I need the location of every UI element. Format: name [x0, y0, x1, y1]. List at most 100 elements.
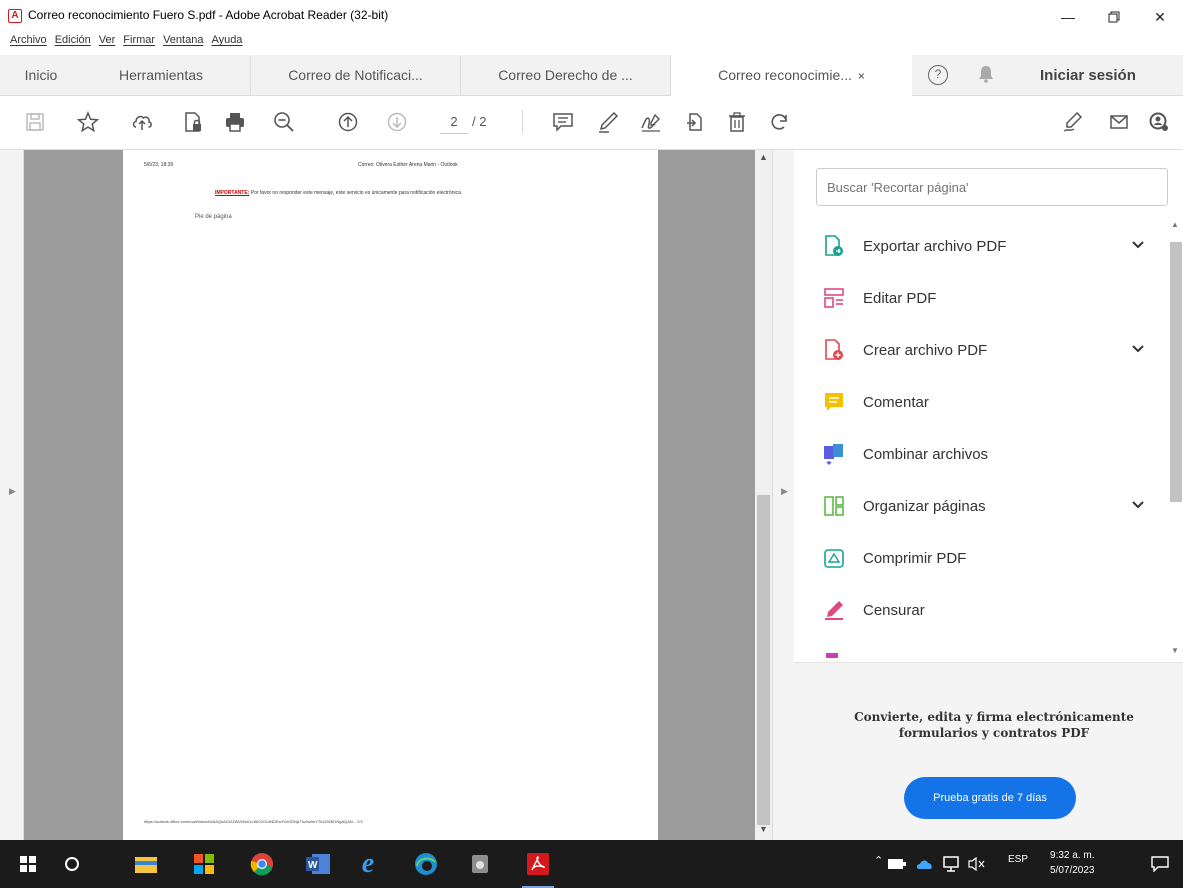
left-expand-arrow-icon: ▶	[9, 486, 16, 496]
fill-sign-icon[interactable]	[1060, 109, 1086, 135]
page-number-input[interactable]: 2	[440, 110, 468, 134]
important-text: Por favor no responder este mensaje, est…	[249, 190, 463, 196]
file-explorer-icon[interactable]	[124, 840, 168, 888]
tool-create-pdf[interactable]: Crear archivo PDF	[822, 330, 1152, 370]
important-notice: IMPORTANTE: Por favor no responder este …	[215, 190, 575, 196]
account-icon[interactable]	[1146, 109, 1172, 135]
promo-text: Convierte, edita y firma electrónicament…	[854, 710, 1134, 740]
save-icon[interactable]	[22, 109, 48, 135]
sign-icon[interactable]	[638, 109, 664, 135]
tab-document-active-label: Correo reconocimie...	[718, 67, 852, 83]
organize-pages-icon	[822, 494, 846, 518]
zoom-out-icon[interactable]	[271, 109, 297, 135]
bell-icon[interactable]	[978, 65, 994, 88]
tool-partial-next[interactable]	[822, 642, 1152, 658]
tool-comment[interactable]: Comentar	[822, 382, 1152, 422]
rotate-icon[interactable]	[766, 109, 792, 135]
sign-in-button[interactable]: Iniciar sesión	[1040, 55, 1136, 96]
tool-organize-pages[interactable]: Organizar páginas	[822, 486, 1152, 526]
notifications-icon[interactable]	[1138, 840, 1182, 888]
minimize-icon[interactable]: —	[1045, 0, 1091, 34]
chrome-icon[interactable]	[240, 840, 284, 888]
share-icon[interactable]	[682, 109, 708, 135]
tool-export-pdf[interactable]: Exportar archivo PDF	[822, 226, 1152, 266]
scroll-down-icon[interactable]: ▼	[1171, 646, 1179, 655]
help-icon[interactable]: ?	[928, 65, 948, 85]
edge-legacy-icon[interactable]: e	[346, 840, 390, 888]
left-panel-toggle[interactable]: ▶	[0, 150, 24, 840]
tool-partial-icon	[822, 650, 846, 658]
page-date: 5/6/23, 18:39	[144, 162, 174, 168]
free-trial-button[interactable]: Prueba gratis de 7 días	[904, 777, 1076, 819]
close-icon[interactable]: ✕	[1137, 0, 1183, 34]
tool-compress-pdf[interactable]: Comprimir PDF	[822, 538, 1152, 578]
create-pdf-icon	[822, 338, 846, 362]
menu-ver[interactable]: Ver	[99, 34, 116, 54]
footer-image-placeholder: Pie de página	[195, 214, 232, 220]
tab-bar: Inicio Herramientas Correo de Notificaci…	[0, 55, 1183, 97]
document-scrollbar[interactable]: ▲ ▼	[755, 150, 772, 840]
tools-scrollbar[interactable]: ▲ ▼	[1169, 220, 1183, 660]
tab-close-icon[interactable]: ×	[858, 69, 865, 83]
tab-home[interactable]: Inicio	[0, 55, 82, 96]
tool-edit-pdf[interactable]: Editar PDF	[822, 278, 1152, 318]
bookmark-star-icon[interactable]	[75, 109, 101, 135]
menu-archivo[interactable]: Archivo	[10, 34, 47, 54]
email-icon[interactable]	[1106, 109, 1132, 135]
acrobat-window: A Correo reconocimiento Fuero S.pdf - Ad…	[0, 0, 1183, 888]
tool-redact[interactable]: Censurar	[822, 590, 1152, 630]
word-icon[interactable]: W	[296, 840, 340, 888]
chevron-down-icon[interactable]	[1132, 238, 1144, 252]
window-title: Correo reconocimiento Fuero S.pdf - Adob…	[28, 8, 389, 22]
tab-document-1[interactable]: Correo de Notificaci...	[250, 55, 460, 96]
toolbar-divider	[522, 110, 523, 134]
keyboard-language[interactable]: ESP	[1008, 854, 1028, 865]
tools-panel: Exportar archivo PDF Editar PDF Crear ar…	[794, 150, 1183, 840]
chevron-down-icon[interactable]	[1132, 498, 1144, 512]
cloud-upload-icon[interactable]	[129, 109, 155, 135]
windows-start-icon[interactable]	[6, 840, 50, 888]
menu-firmar[interactable]: Firmar	[123, 34, 155, 54]
media-icon[interactable]	[458, 840, 502, 888]
document-scroll-thumb[interactable]	[757, 495, 770, 825]
menu-ventana[interactable]: Ventana	[163, 34, 203, 54]
tool-label: Editar PDF	[863, 289, 937, 307]
tools-list: Exportar archivo PDF Editar PDF Crear ar…	[794, 218, 1169, 658]
delete-icon[interactable]	[724, 109, 750, 135]
page-total: / 2	[472, 114, 487, 129]
highlight-pen-icon[interactable]	[595, 109, 621, 135]
battery-icon[interactable]	[882, 840, 912, 888]
trial-promo: Convierte, edita y firma electrónicament…	[794, 662, 1183, 840]
edge-icon[interactable]	[404, 840, 448, 888]
tool-label: Censurar	[863, 601, 925, 619]
tab-document-active[interactable]: Correo reconocimie... ×	[670, 55, 912, 97]
tools-scroll-thumb[interactable]	[1170, 242, 1182, 502]
maximize-icon[interactable]	[1091, 0, 1137, 34]
scroll-down-icon[interactable]: ▼	[759, 824, 768, 834]
system-clock[interactable]: 9:32 a. m. 5/07/2023	[1050, 848, 1095, 878]
page-up-icon[interactable]	[335, 109, 361, 135]
menu-ayuda[interactable]: Ayuda	[211, 34, 242, 54]
tab-document-2[interactable]: Correo Derecho de ...	[460, 55, 670, 96]
scroll-up-icon[interactable]: ▲	[759, 152, 768, 162]
right-panel-toggle[interactable]: ▶	[772, 150, 794, 840]
tab-tools[interactable]: Herramientas	[82, 55, 240, 96]
tools-search-input[interactable]	[816, 168, 1168, 206]
volume-muted-icon[interactable]	[962, 840, 992, 888]
tool-label: Crear archivo PDF	[863, 341, 988, 359]
comment-icon[interactable]	[550, 109, 576, 135]
title-bar: A Correo reconocimiento Fuero S.pdf - Ad…	[0, 0, 1183, 34]
print-icon[interactable]	[222, 109, 248, 135]
tool-label: Comprimir PDF	[863, 549, 967, 567]
chevron-down-icon[interactable]	[1132, 342, 1144, 356]
file-lock-icon[interactable]	[180, 109, 206, 135]
tool-combine-files[interactable]: Combinar archivos	[822, 434, 1152, 474]
scroll-up-icon[interactable]: ▲	[1171, 220, 1179, 229]
page-header: Correo: Olivera Esther Arena Marin - Out…	[358, 162, 458, 168]
acrobat-taskbar-icon[interactable]	[516, 840, 560, 888]
search-circle-icon[interactable]	[50, 840, 94, 888]
page-down-icon[interactable]	[384, 109, 410, 135]
store-icon[interactable]	[182, 840, 226, 888]
combine-files-icon	[822, 442, 846, 466]
menu-edicion[interactable]: Edición	[55, 34, 91, 54]
